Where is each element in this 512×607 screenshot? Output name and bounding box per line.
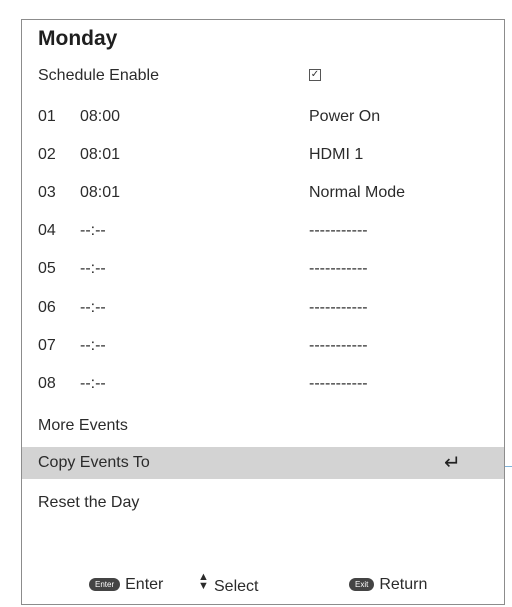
enter-key-icon: Enter — [89, 578, 121, 591]
event-number: 02 — [38, 146, 56, 163]
event-number: 07 — [38, 337, 56, 354]
event-row-01[interactable]: 01 08:00 Power On — [22, 101, 504, 133]
reset-day-item[interactable]: Reset the Day — [22, 487, 504, 519]
more-events-label: More Events — [38, 417, 128, 434]
event-number: 01 — [38, 108, 56, 125]
reset-day-label: Reset the Day — [38, 494, 140, 511]
event-action: ----------- — [309, 337, 368, 354]
event-row-08[interactable]: 08 --:-- ----------- — [22, 368, 504, 400]
return-hint-label: Return — [379, 576, 428, 593]
event-time: --:-- — [80, 375, 106, 392]
more-events-item[interactable]: More Events — [22, 410, 504, 442]
enter-hint-label: Enter — [125, 576, 164, 593]
event-time: --:-- — [80, 337, 106, 354]
event-row-06[interactable]: 06 --:-- ----------- — [22, 292, 504, 324]
enter-return-icon: ↵ — [444, 452, 461, 474]
event-time: 08:01 — [80, 146, 121, 163]
select-hint: ▲ ▼ Select — [198, 571, 259, 597]
event-action: ----------- — [309, 260, 368, 277]
event-number: 06 — [38, 299, 56, 316]
event-row-07[interactable]: 07 --:-- ----------- — [22, 330, 504, 362]
page-title: Monday — [38, 27, 118, 50]
event-number: 04 — [38, 222, 56, 239]
event-time: --:-- — [80, 299, 106, 316]
event-time: --:-- — [80, 222, 106, 239]
select-hint-label: Select — [214, 578, 259, 595]
schedule-enable-row[interactable]: Schedule Enable ✓ — [22, 60, 504, 92]
enter-hint: Enter Enter — [89, 573, 163, 597]
event-action: Normal Mode — [309, 184, 406, 201]
exit-key-icon: Exit — [349, 578, 375, 591]
event-action: Power On — [309, 108, 381, 125]
schedule-enable-label: Schedule Enable — [38, 67, 159, 84]
event-action: ----------- — [309, 222, 368, 239]
schedule-enable-checkbox[interactable]: ✓ — [309, 69, 321, 81]
up-down-arrows-icon: ▲ ▼ — [198, 571, 209, 592]
event-row-04[interactable]: 04 --:-- ----------- — [22, 215, 504, 247]
event-action: ----------- — [309, 299, 368, 316]
event-time: --:-- — [80, 260, 106, 277]
event-action: HDMI 1 — [309, 146, 364, 163]
selection-indicator — [505, 466, 512, 467]
event-number: 03 — [38, 184, 56, 201]
event-time: 08:00 — [80, 108, 121, 125]
event-action: ----------- — [309, 375, 368, 392]
event-time: 08:01 — [80, 184, 121, 201]
event-row-03[interactable]: 03 08:01 Normal Mode — [22, 177, 504, 209]
event-number: 05 — [38, 260, 56, 277]
copy-events-item[interactable]: Copy Events To ↵ — [22, 447, 504, 479]
event-number: 08 — [38, 375, 56, 392]
return-hint: Exit Return — [349, 573, 427, 597]
event-row-02[interactable]: 02 08:01 HDMI 1 — [22, 139, 504, 171]
copy-events-label: Copy Events To — [38, 454, 150, 471]
event-row-05[interactable]: 05 --:-- ----------- — [22, 253, 504, 285]
